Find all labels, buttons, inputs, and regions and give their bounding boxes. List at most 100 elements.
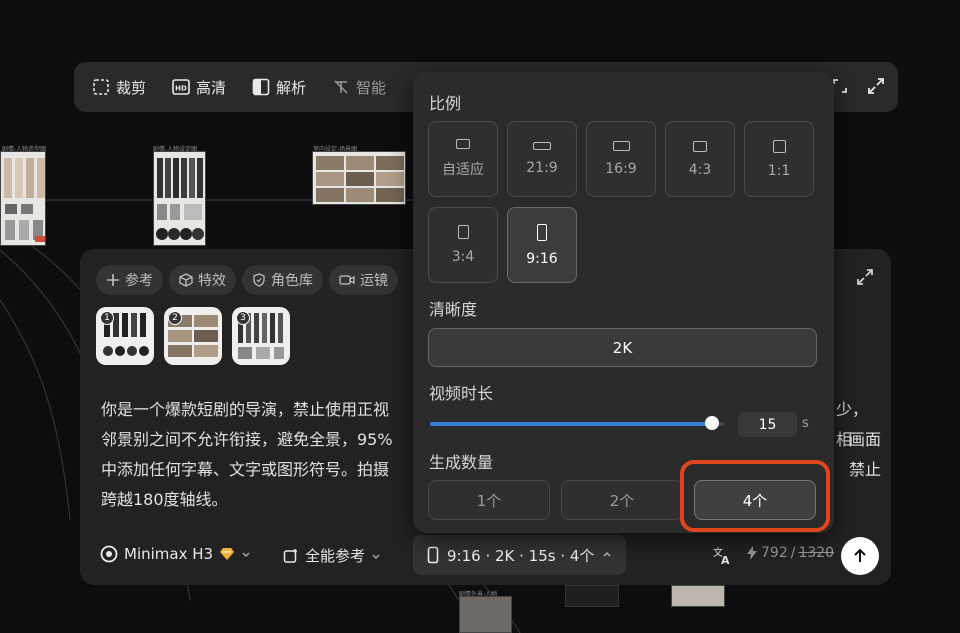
reference-image[interactable]: 2 xyxy=(164,307,222,365)
ratio-label: 自适应 xyxy=(442,162,484,178)
fullscreen-icon[interactable] xyxy=(866,76,886,96)
ratio-option[interactable]: 4:3 xyxy=(665,121,735,197)
arrow-up-icon xyxy=(854,548,866,562)
prompt-text: 邻景别之间不允许衔接，避免全景，95% xyxy=(101,430,393,449)
duration-section-title: 视频时长 xyxy=(429,384,494,403)
ratio-shape-icon xyxy=(533,142,551,150)
resolution-option-2k[interactable]: 2K xyxy=(428,328,817,367)
prompt-text: 画面 xyxy=(849,430,882,449)
reference-mode-icon xyxy=(283,548,297,563)
ratio-label: 1:1 xyxy=(767,162,791,179)
ratio-option[interactable]: 1:1 xyxy=(744,121,814,197)
canvas-thumbnail[interactable] xyxy=(153,151,206,246)
highlight-annotation-box xyxy=(680,460,830,532)
count-option-1[interactable]: 1个 xyxy=(428,480,550,520)
reference-number: 2 xyxy=(168,311,182,325)
smart-remove-button[interactable]: 智能 xyxy=(332,72,386,102)
reference-images: 1 2 3 xyxy=(96,307,290,365)
plus-icon xyxy=(107,274,119,286)
cube-icon xyxy=(179,273,193,287)
hd-button[interactable]: HD 高清 xyxy=(172,72,226,102)
reference-number: 3 xyxy=(236,311,250,325)
aspect-portrait-icon xyxy=(427,546,439,564)
credits-original: 1320 xyxy=(798,545,835,561)
camera-icon xyxy=(339,275,355,285)
reference-image[interactable]: 3 xyxy=(232,307,290,365)
ratio-shape-icon xyxy=(456,139,470,149)
smart-remove-icon xyxy=(334,80,348,94)
send-button[interactable] xyxy=(841,537,879,575)
ratio-section-title: 比例 xyxy=(429,94,462,113)
generation-settings-button[interactable]: 9:16 · 2K · 15s · 4个 xyxy=(413,535,627,575)
camera-motion-chip[interactable]: 运镜 xyxy=(329,265,398,295)
hd-label: 高清 xyxy=(196,78,227,97)
svg-text:A: A xyxy=(721,554,730,565)
credits-separator: / xyxy=(790,545,796,561)
ratio-option[interactable]: 自适应 xyxy=(428,121,498,197)
ratio-shape-icon xyxy=(457,225,469,239)
ratio-option[interactable]: 9:16 xyxy=(507,207,577,283)
smart-remove-label: 智能 xyxy=(356,78,387,97)
ratio-label: 9:16 xyxy=(526,250,558,267)
prompt-text: 禁止 xyxy=(849,460,882,479)
chip-label: 角色库 xyxy=(271,273,313,289)
duration-unit: s xyxy=(802,416,809,431)
prompt-text: 你是一个爆款短剧的导演，禁止使用正视 xyxy=(101,400,390,419)
canvas-thumbnail[interactable] xyxy=(459,596,512,633)
svg-text:HD: HD xyxy=(175,85,187,93)
add-reference-chip[interactable]: 参考 xyxy=(96,265,163,295)
canvas-thumbnail[interactable] xyxy=(565,585,619,607)
duration-input[interactable]: 15 xyxy=(738,412,797,437)
duration-slider-fill xyxy=(430,422,713,426)
chip-row: 参考 特效 角色库 运镜 xyxy=(96,265,398,295)
toolbar-right xyxy=(830,76,886,96)
expand-icon[interactable] xyxy=(855,267,875,287)
chevron-down-icon xyxy=(372,554,380,559)
ratio-shape-icon xyxy=(537,223,547,241)
prompt-text: 跨越180度轴线。 xyxy=(101,490,228,509)
ratio-label: 4:3 xyxy=(688,161,712,178)
count-option-2[interactable]: 2个 xyxy=(561,480,683,520)
shield-icon xyxy=(253,273,265,287)
ratio-label: 3:4 xyxy=(451,249,475,265)
prompt-bottom-bar: Minimax H3 全能参考 9:16 · 2K · 15s · 4个 文A … xyxy=(100,535,881,575)
analyze-button[interactable]: 解析 xyxy=(252,72,306,102)
model-name: Minimax H3 xyxy=(124,545,214,563)
crop-icon xyxy=(93,79,109,95)
model-logo-icon xyxy=(100,545,118,563)
prompt-text: 中添加任何字幕、文字或图形符号。拍摄 xyxy=(101,460,390,479)
ratio-shape-icon xyxy=(772,139,786,153)
reference-mode-label: 全能参考 xyxy=(305,547,366,565)
scene-sheet-image xyxy=(316,156,404,202)
analyze-label: 解析 xyxy=(276,78,307,97)
hd-icon: HD xyxy=(172,79,190,95)
chip-label: 运镜 xyxy=(360,273,388,289)
character-library-chip[interactable]: 角色库 xyxy=(242,265,323,295)
crop-button[interactable]: 裁剪 xyxy=(92,72,146,102)
chip-label: 参考 xyxy=(125,273,153,289)
ratio-option[interactable]: 3:4 xyxy=(428,207,498,283)
character-sheet-image xyxy=(156,158,204,240)
canvas-thumbnail[interactable] xyxy=(0,151,46,246)
duration-slider-thumb[interactable] xyxy=(705,416,720,430)
translate-icon[interactable]: 文A xyxy=(712,545,732,565)
count-section-title: 生成数量 xyxy=(429,453,494,472)
credits-display: 792 / 1320 xyxy=(746,545,834,561)
duration-slider[interactable] xyxy=(430,416,724,430)
model-selector[interactable]: Minimax H3 xyxy=(100,545,251,563)
canvas-thumbnail[interactable] xyxy=(312,151,406,205)
ratio-option[interactable]: 16:9 xyxy=(586,121,656,197)
ratio-option[interactable]: 21:9 xyxy=(507,121,577,197)
lightning-icon xyxy=(747,546,757,560)
ratio-label: 21:9 xyxy=(526,160,558,176)
outfit-sheet-image xyxy=(4,158,45,242)
crop-label: 裁剪 xyxy=(116,78,147,97)
canvas-thumbnail[interactable] xyxy=(671,585,725,607)
reference-image[interactable]: 1 xyxy=(96,307,154,365)
vip-badge-icon xyxy=(220,548,235,560)
analyze-icon xyxy=(252,78,270,96)
reference-number: 1 xyxy=(100,311,114,325)
chevron-down-icon xyxy=(242,552,250,557)
reference-mode-selector[interactable]: 全能参考 xyxy=(283,545,381,566)
effects-chip[interactable]: 特效 xyxy=(169,265,236,295)
